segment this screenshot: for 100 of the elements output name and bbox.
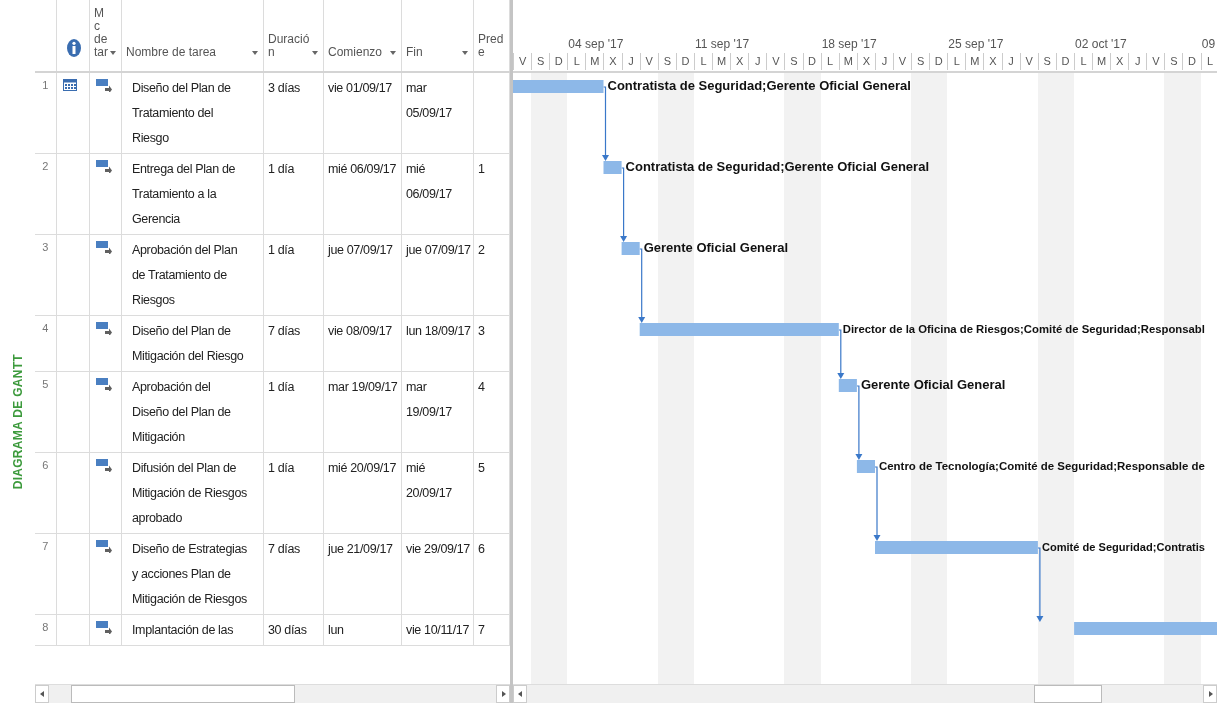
scroll-thumb[interactable]: [1034, 685, 1102, 703]
end-date-cell: lun 18/09/17: [406, 324, 471, 338]
end-date-cell: mar 19/09/17: [406, 380, 452, 419]
column-header[interactable]: Mc de tar: [94, 7, 108, 59]
caret-icon[interactable]: [390, 51, 396, 55]
task-bar[interactable]: [875, 541, 1038, 554]
day-letter: X: [730, 53, 749, 70]
resource-label: Gerente Oficial General: [860, 377, 1006, 392]
task-name: Diseño del Plan de Mitigación del Riesgo: [132, 324, 244, 363]
task-bar[interactable]: [603, 161, 622, 174]
predecessor-cell: 5: [478, 461, 485, 475]
task-name: Diseño de Estrategias y acciones Plan de Mitigación de Riesgos: [132, 542, 247, 606]
horizontal-scrollbar[interactable]: [35, 684, 510, 703]
column-header[interactable]: Comienzo: [328, 46, 388, 59]
task-bar[interactable]: [838, 379, 857, 392]
week-label: 02 oct '17: [1074, 37, 1127, 51]
day-letter: J: [621, 53, 640, 70]
row-number: 6: [35, 453, 57, 533]
link-arrow: [837, 329, 845, 379]
start-date-cell: lun: [328, 623, 344, 637]
scroll-left-icon[interactable]: [513, 685, 527, 703]
row-number: 2: [35, 154, 57, 234]
day-letter: M: [838, 53, 857, 70]
duration-cell: 7 días: [268, 324, 300, 338]
predecessor-cell: 3: [478, 324, 485, 338]
caret-icon[interactable]: [252, 51, 258, 55]
day-letter: V: [513, 53, 532, 70]
day-letter: L: [820, 53, 839, 70]
column-header[interactable]: Nombre de tarea: [126, 46, 250, 59]
week-label: 09: [1200, 37, 1216, 51]
start-date-cell: vie 01/09/17: [328, 81, 392, 95]
day-letter: D: [1055, 53, 1074, 70]
scroll-right-icon[interactable]: [496, 685, 510, 703]
predecessor-cell: 7: [478, 623, 485, 637]
day-letter: V: [766, 53, 785, 70]
day-letter: L: [1073, 53, 1092, 70]
auto-task-icon: [96, 540, 112, 553]
day-letter: X: [1110, 53, 1129, 70]
start-date-cell: jue 21/09/17: [328, 542, 393, 556]
task-bar[interactable]: [513, 80, 604, 93]
task-bar[interactable]: [639, 323, 839, 336]
row-number: 8: [35, 615, 57, 645]
horizontal-scrollbar[interactable]: [513, 684, 1217, 703]
row-number: 1: [35, 73, 57, 153]
column-header[interactable]: Fin: [406, 46, 460, 59]
duration-cell: 3 días: [268, 81, 300, 95]
task-name: Implantación de las: [132, 623, 234, 637]
day-letter: S: [784, 53, 803, 70]
week-label: 25 sep '17: [947, 37, 1004, 51]
caret-icon[interactable]: [462, 51, 468, 55]
day-letter: L: [1200, 53, 1217, 70]
week-label: 04 sep '17: [567, 37, 624, 51]
auto-task-icon: [96, 322, 112, 335]
task-name: Difusión del Plan de Mitigación de Riesgos aprobado: [132, 461, 247, 525]
day-letter: J: [1128, 53, 1147, 70]
column-header[interactable]: Duración: [268, 33, 310, 59]
end-date-cell: mié 20/09/17: [406, 461, 452, 500]
view-label: DIAGRAMA DE GANTT: [10, 353, 25, 490]
duration-cell: 1 día: [268, 243, 295, 257]
auto-task-icon: [96, 378, 112, 391]
task-name: Aprobación del Plan de Tratamiento de Riesgos: [132, 243, 238, 307]
start-date-cell: vie 08/09/17: [328, 324, 392, 338]
day-letter: S: [911, 53, 930, 70]
auto-task-icon: [96, 621, 112, 634]
row-number: 4: [35, 316, 57, 371]
start-date-cell: mié 06/09/17: [328, 162, 397, 176]
day-letter: J: [1001, 53, 1020, 70]
day-letter: X: [983, 53, 1002, 70]
scroll-left-icon[interactable]: [35, 685, 49, 703]
predecessor-cell: 1: [478, 162, 485, 176]
info-icon: [66, 39, 81, 57]
day-letter: J: [748, 53, 767, 70]
auto-task-icon: [96, 241, 112, 254]
scroll-right-icon[interactable]: [1203, 685, 1217, 703]
day-letter: S: [531, 53, 550, 70]
day-letter: S: [1164, 53, 1183, 70]
duration-cell: 30 días: [268, 623, 307, 637]
resource-label: Gerente Oficial General: [643, 240, 789, 255]
caret-icon[interactable]: [312, 51, 318, 55]
task-bar[interactable]: [621, 242, 640, 255]
day-letter: L: [567, 53, 586, 70]
duration-cell: 7 días: [268, 542, 300, 556]
day-letter: L: [693, 53, 713, 70]
resource-label: Contratista de Seguridad;Gerente Oficial General: [625, 159, 929, 174]
row-number: 7: [35, 534, 57, 614]
predecessor-cell: 6: [478, 542, 485, 556]
auto-task-icon: [96, 160, 112, 173]
task-name: Entrega del Plan de Tratamiento a la Gerencia: [132, 162, 236, 226]
task-bar[interactable]: [1074, 622, 1217, 635]
task-name: Aprobación del Diseño del Plan de Mitigación: [132, 380, 231, 444]
task-bar[interactable]: [856, 460, 875, 473]
caret-icon[interactable]: [110, 51, 116, 55]
start-date-cell: mié 20/09/17: [328, 461, 397, 475]
week-label: 11 sep '17: [694, 37, 750, 51]
scroll-thumb[interactable]: [71, 685, 295, 703]
column-header[interactable]: Prede: [478, 33, 506, 59]
day-letter: M: [585, 53, 604, 70]
day-letter: V: [1146, 53, 1165, 70]
end-date-cell: mié 06/09/17: [406, 162, 452, 201]
day-letter: M: [712, 53, 731, 70]
